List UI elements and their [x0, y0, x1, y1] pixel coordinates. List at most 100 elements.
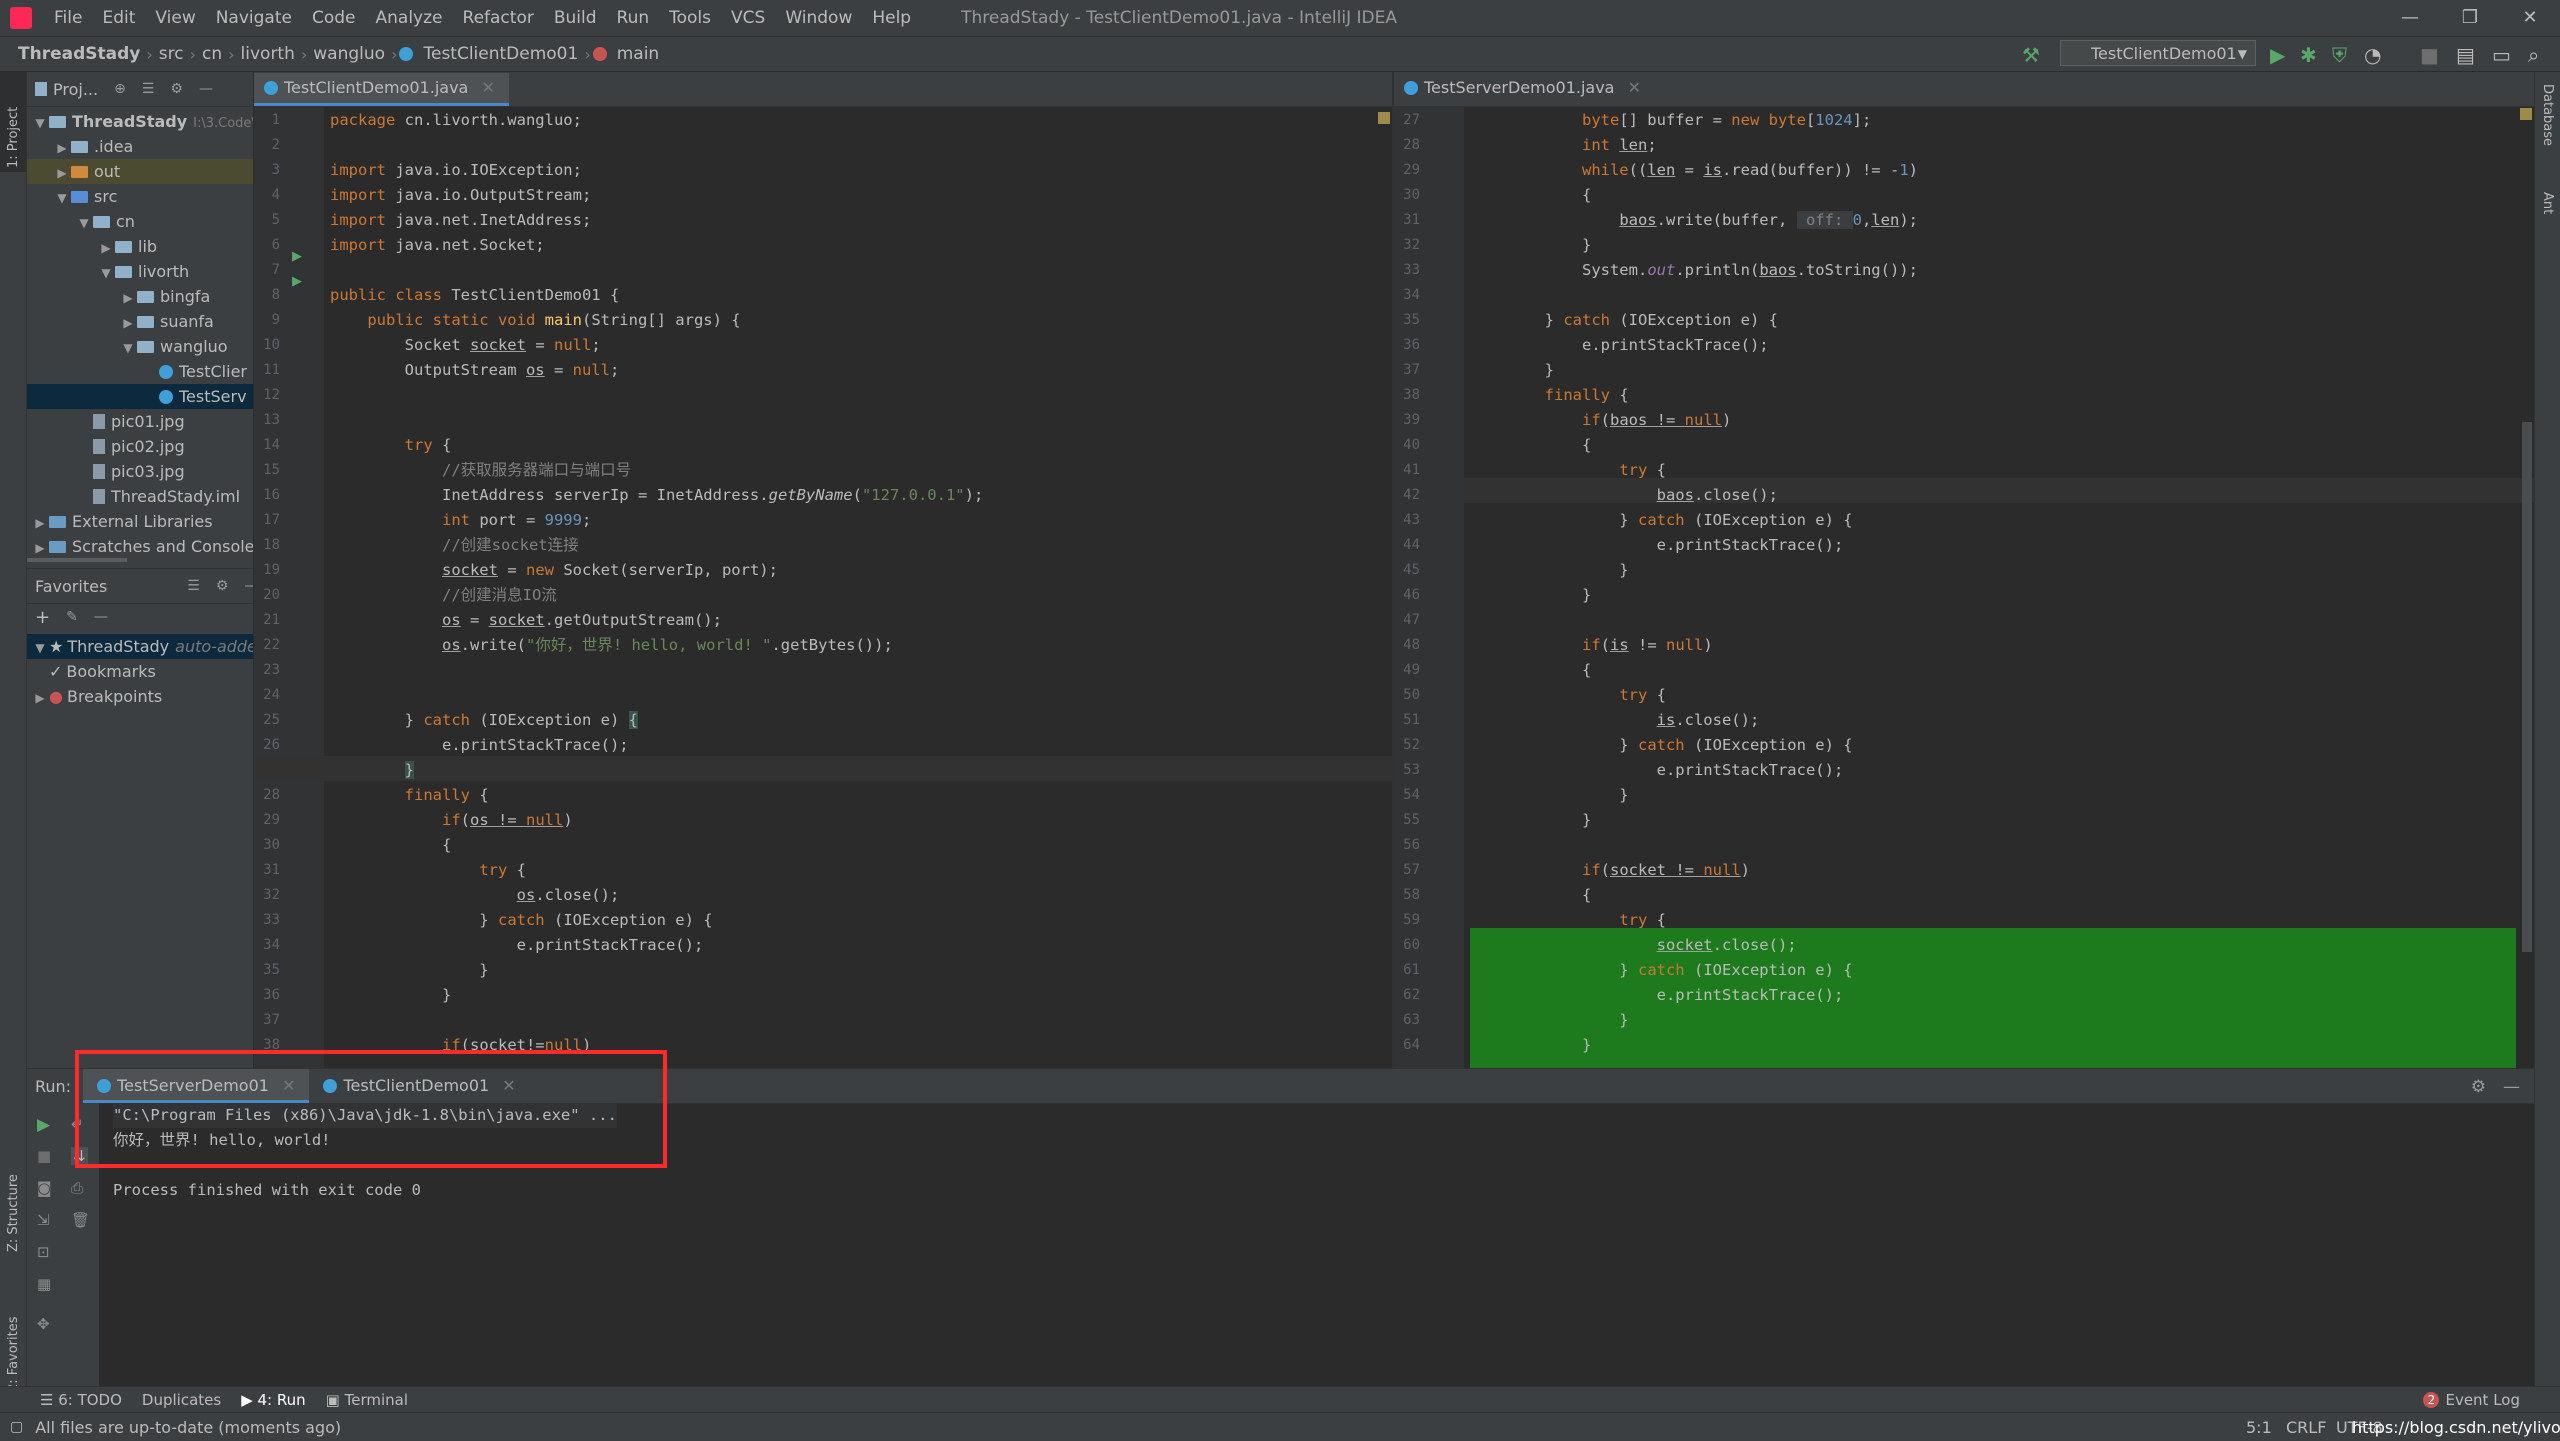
code-left[interactable]: package cn.livorth.wangluo; import java.… — [330, 108, 983, 1058]
restore-layout-icon[interactable]: ⊡ — [37, 1243, 50, 1261]
chevron-right-icon[interactable]: ▶ — [31, 686, 49, 711]
favorites-gear-icon[interactable]: ⚙ — [216, 578, 229, 594]
tree-item[interactable]: pic02.jpg — [27, 434, 253, 459]
caret-position[interactable]: 5:1 — [2246, 1418, 2272, 1437]
menu-tools[interactable]: Tools — [659, 8, 721, 28]
run-class-gutter-icon[interactable]: ▶ — [292, 249, 302, 264]
chevron-down-icon[interactable]: ▼ — [31, 111, 49, 136]
menu-build[interactable]: Build — [544, 8, 607, 28]
breadcrumb-project[interactable]: ThreadStady — [14, 44, 144, 64]
remove-favorite-icon[interactable]: — — [94, 609, 108, 625]
tree-item[interactable]: TestClier — [27, 359, 253, 384]
tree-item[interactable]: ▼ ThreadStady I:\3.Code\ — [27, 109, 253, 134]
breadcrumb-cn[interactable]: cn — [198, 44, 226, 64]
layout-icon[interactable]: ▦ — [37, 1275, 51, 1293]
tree-item[interactable]: ▶ bingfa — [27, 284, 253, 309]
menu-run[interactable]: Run — [607, 8, 660, 28]
run-tool-tab[interactable]: ▶ 4: Run — [241, 1391, 305, 1409]
tree-item[interactable]: pic01.jpg — [27, 409, 253, 434]
line-separator[interactable]: CRLF — [2286, 1418, 2326, 1437]
breadcrumb-wangluo[interactable]: wangluo — [309, 44, 389, 64]
menu-edit[interactable]: Edit — [92, 8, 145, 28]
chevron-down-icon[interactable]: ▼ — [31, 636, 49, 661]
stop-icon[interactable]: ■ — [37, 1147, 51, 1165]
event-log-button[interactable]: 2 Event Log — [2423, 1391, 2520, 1409]
breadcrumb-method[interactable]: main — [613, 44, 663, 64]
favorites-item[interactable]: ✓ Bookmarks — [27, 659, 253, 684]
menu-help[interactable]: Help — [862, 8, 921, 28]
menu-view[interactable]: View — [145, 8, 205, 28]
run-configuration-select[interactable]: TestClientDemo01 ▼ — [2060, 40, 2256, 66]
restore-icon[interactable]: ❐ — [2440, 0, 2500, 36]
edit-favorite-icon[interactable]: ✎ — [66, 609, 78, 625]
tree-item[interactable]: ▶ Scratches and Consoles — [27, 534, 253, 559]
chevron-down-icon[interactable]: ▼ — [97, 261, 115, 286]
trash-icon[interactable]: 🗑 — [71, 1211, 90, 1229]
chevron-right-icon[interactable]: ▶ — [97, 236, 115, 261]
debug-icon[interactable]: ✱ — [2300, 43, 2317, 67]
menu-code[interactable]: Code — [302, 8, 366, 28]
tree-item[interactable]: ▶ lib — [27, 234, 253, 259]
add-favorite-icon[interactable]: + — [35, 607, 50, 628]
menu-vcs[interactable]: VCS — [721, 8, 775, 28]
tree-item[interactable]: pic03.jpg — [27, 459, 253, 484]
chevron-right-icon[interactable]: ▶ — [53, 136, 71, 161]
pin-icon[interactable]: ✥ — [37, 1315, 50, 1333]
tree-item[interactable]: ▶ .idea — [27, 134, 253, 159]
chevron-down-icon[interactable]: ▼ — [75, 211, 93, 236]
hide-panel-icon[interactable]: — — [199, 81, 213, 97]
collapse-favorites-icon[interactable]: ☰ — [187, 578, 200, 594]
breadcrumb-livorth[interactable]: livorth — [237, 44, 299, 64]
run-main-gutter-icon[interactable]: ▶ — [292, 274, 302, 289]
tab-testserverdemo01[interactable]: TestServerDemo01.java ✕ — [1394, 73, 1655, 106]
tree-item[interactable]: ▶ out — [27, 159, 253, 184]
close-tab-icon[interactable]: ✕ — [1628, 78, 1641, 97]
tree-item[interactable]: ▶ External Libraries — [27, 509, 253, 534]
search-icon[interactable]: ⌕ — [2528, 43, 2539, 67]
camera-icon[interactable]: ◙ — [37, 1179, 52, 1197]
tree-item[interactable]: ▶ suanfa — [27, 309, 253, 334]
breadcrumb-src[interactable]: src — [155, 44, 188, 64]
chevron-down-icon[interactable]: ▼ — [119, 336, 137, 361]
collapse-all-icon[interactable]: ☰ — [142, 81, 155, 97]
chevron-right-icon[interactable]: ▶ — [119, 286, 137, 311]
hide-run-panel-icon[interactable]: — — [2503, 1077, 2520, 1097]
duplicates-tab[interactable]: Duplicates — [142, 1391, 221, 1409]
menu-analyze[interactable]: Analyze — [366, 8, 453, 28]
chevron-down-icon[interactable]: ▼ — [53, 186, 71, 211]
tree-item[interactable]: ▼ src — [27, 184, 253, 209]
project-tool-button[interactable]: 1: Project — [6, 107, 21, 168]
terminal-tab[interactable]: ▣ Terminal — [326, 1391, 408, 1409]
structure-tool-button[interactable]: Z: Structure — [6, 1174, 21, 1252]
coverage-icon[interactable]: ⛨ — [2332, 43, 2347, 67]
build-hammer-icon[interactable]: ⚒ — [2022, 43, 2040, 67]
chevron-right-icon[interactable]: ▶ — [53, 161, 71, 186]
database-tool-button[interactable]: Database — [2540, 84, 2555, 146]
stop-icon[interactable]: ■ — [2420, 43, 2439, 67]
tree-item[interactable]: TestServ — [27, 384, 253, 409]
run-icon[interactable]: ▶ — [2270, 43, 2285, 67]
breadcrumb-class[interactable]: TestClientDemo01 — [419, 44, 582, 64]
favorites-item[interactable]: ▶ ● Breakpoints — [27, 684, 253, 709]
tree-item[interactable]: ▼ wangluo — [27, 334, 253, 359]
gear-icon[interactable]: ⚙ — [170, 81, 183, 97]
rerun-icon[interactable]: ▶ — [37, 1115, 50, 1135]
export-icon[interactable]: ⇲ — [37, 1211, 50, 1229]
menu-navigate[interactable]: Navigate — [206, 8, 302, 28]
run-settings-gear-icon[interactable]: ⚙ — [2471, 1077, 2486, 1097]
project-structure-icon[interactable]: ▤ — [2456, 43, 2475, 67]
todo-tab[interactable]: ☰ 6: TODO — [40, 1391, 122, 1409]
profiler-icon[interactable]: ◔ — [2364, 43, 2381, 67]
tree-item[interactable]: ▼ cn — [27, 209, 253, 234]
close-icon[interactable]: ✕ — [2500, 0, 2560, 36]
hide-favorites-icon[interactable]: — — [244, 578, 253, 594]
project-view-select[interactable]: Proj... — [53, 80, 98, 99]
locate-icon[interactable]: ⊕ — [114, 81, 126, 97]
tab-testclientdemo01[interactable]: TestClientDemo01.java ✕ — [254, 73, 509, 106]
print-icon[interactable]: ⎙ — [71, 1179, 83, 1197]
ant-tool-button[interactable]: Ant — [2540, 192, 2555, 214]
chevron-right-icon[interactable]: ▶ — [119, 311, 137, 336]
menu-refactor[interactable]: Refactor — [453, 8, 544, 28]
layout-icon[interactable]: ▭ — [2492, 43, 2511, 67]
tree-item[interactable]: ThreadStady.iml — [27, 484, 253, 509]
